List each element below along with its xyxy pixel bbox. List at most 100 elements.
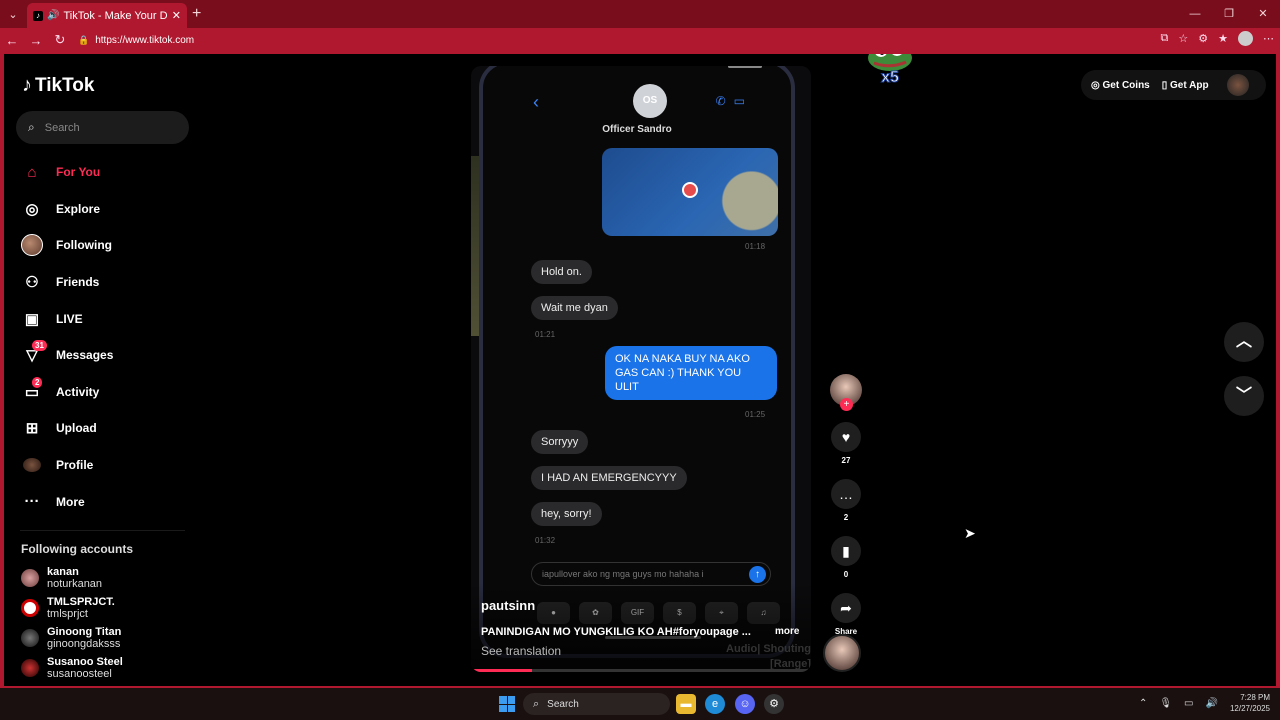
contact-avatar: OS (633, 84, 667, 118)
chevron-left-icon: ‹ (533, 92, 539, 112)
caption-more-button[interactable]: more (775, 626, 799, 637)
sidebar-divider (20, 530, 185, 531)
following-account[interactable]: TMLSPRJCT. tmlsprjct (21, 593, 191, 623)
share-button[interactable]: ➦ (831, 593, 861, 623)
get-coins-button[interactable]: ◎ Get Coins (1091, 80, 1150, 91)
next-video-button[interactable]: ﹀ (1224, 376, 1264, 416)
chevron-up-icon[interactable]: ⌃ (1139, 698, 1147, 709)
following-account[interactable]: Ginoong Titan ginoongdaksss (21, 623, 191, 653)
profile-avatar-icon (18, 455, 46, 475)
video-player[interactable]: ‹ OS Officer Sandro ✆▭ 01:18 Hold on. Wa… (471, 66, 811, 672)
sidebar-item-explore[interactable]: ◎ Explore (18, 191, 188, 228)
following-account[interactable]: kanan noturkanan (21, 563, 191, 593)
sidebar-item-more[interactable]: ··· More (18, 483, 188, 520)
bookmark-button[interactable]: ▮ (831, 536, 861, 566)
avatar (21, 659, 39, 677)
avatar (21, 234, 43, 257)
avatar (21, 569, 39, 587)
extension-icon[interactable]: ⚙ (1198, 32, 1208, 45)
tiktok-note-icon: ♪ (22, 74, 32, 96)
timestamp: 01:18 (745, 242, 766, 251)
taskbar-search[interactable]: ⌕ Search (523, 693, 670, 715)
browser-menu-icon[interactable]: ⋯ (1263, 32, 1274, 45)
sidebar-item-label: Profile (56, 458, 94, 473)
split-screen-icon[interactable]: ⧉ (1161, 32, 1169, 45)
microphone-icon[interactable]: 🎙 (1159, 698, 1172, 709)
account-username: noturkanan (47, 578, 103, 590)
network-icon[interactable]: ▭ (1184, 698, 1193, 709)
browser-tab[interactable]: ♪ 🔊 TikTok - Make Your Day ✕ (27, 3, 187, 28)
new-tab-button[interactable]: + (192, 5, 201, 23)
favorites-icon[interactable]: ★ (1218, 32, 1228, 45)
sidebar-item-activity[interactable]: ▭ 2 Activity (18, 374, 188, 411)
restore-button[interactable]: ❐ (1212, 0, 1246, 28)
windows-start-icon[interactable] (499, 696, 515, 712)
minimize-button[interactable]: — (1178, 0, 1212, 28)
close-window-button[interactable]: ✕ (1246, 0, 1280, 28)
sidebar-item-live[interactable]: ▣ LIVE (18, 300, 188, 337)
get-app-button[interactable]: ▯ Get App (1162, 80, 1209, 91)
video-author[interactable]: pautsinn (481, 598, 535, 613)
sidebar-item-upload[interactable]: ⊞ Upload (18, 410, 188, 447)
search-icon: ⌕ (28, 120, 35, 134)
address-bar[interactable]: 🔒 https://www.tiktok.com (78, 30, 1258, 50)
previous-video-button[interactable]: ︿ (1224, 322, 1264, 362)
following-avatar-icon (18, 234, 46, 257)
following-accounts-list: kanan noturkanan TMLSPRJCT. tmlsprjct Gino… (21, 563, 191, 683)
tiktok-logo[interactable]: ♪ TikTok (22, 74, 94, 97)
bookmark-icon: ▮ (842, 543, 850, 559)
creator-avatar[interactable]: + (830, 374, 862, 411)
system-tray: ⌃ 🎙 ▭ 🔊 7:28 PM 12/27/2025 (1139, 692, 1270, 714)
video-progress-bar[interactable] (471, 669, 811, 672)
close-tab-icon[interactable]: ✕ (172, 9, 181, 22)
favorite-star-icon[interactable]: ☆ (1178, 32, 1188, 45)
forward-icon[interactable]: → (24, 33, 48, 48)
sidebar-item-messages[interactable]: ▽ 31 Messages (18, 337, 188, 374)
follow-plus-icon[interactable]: + (840, 398, 853, 411)
speaker-icon[interactable]: 🔊 (47, 10, 59, 21)
refresh-icon[interactable]: ↻ (48, 32, 72, 48)
app-icon[interactable]: ⚙ (764, 694, 784, 714)
comment-icon: … (839, 486, 853, 502)
back-icon[interactable]: ← (0, 33, 24, 48)
search-input[interactable]: ⌕ Search (16, 111, 189, 144)
volume-icon[interactable]: 🔊 (1206, 698, 1218, 709)
user-avatar[interactable] (1226, 74, 1249, 96)
live-icon: ▣ (24, 310, 40, 328)
discord-icon[interactable]: ☺ (735, 694, 755, 714)
avatar (23, 458, 41, 473)
messages-badge: 31 (32, 339, 47, 351)
chevron-down-icon: ﹀ (1235, 387, 1252, 404)
sidebar-item-label: Following (56, 238, 112, 253)
get-coins-label: Get Coins (1102, 79, 1150, 91)
send-arrow-icon: ↑ (749, 566, 766, 583)
edge-browser-icon[interactable]: e (705, 694, 725, 714)
sidebar-nav: ⌂ For You ◎ Explore Following ⚇ Friends … (18, 154, 188, 520)
sidebar-item-profile[interactable]: Profile (18, 447, 188, 484)
search-placeholder: Search (44, 121, 80, 134)
comment-button[interactable]: … (831, 479, 861, 509)
share-arrow-icon: ➦ (840, 600, 852, 616)
sidebar-item-friends[interactable]: ⚇ Friends (18, 264, 188, 301)
browser-toolbar: ⧉ ☆ ⚙ ★ ⋯ (1161, 31, 1274, 46)
like-button[interactable]: ♥ (831, 422, 861, 452)
browser-profile-avatar[interactable] (1238, 31, 1253, 46)
music-disc-avatar[interactable] (823, 634, 861, 672)
file-explorer-icon[interactable]: ▬ (676, 694, 696, 714)
tab-actions-icon[interactable]: ⌄ (0, 0, 26, 28)
coin-icon: ◎ (1091, 79, 1103, 91)
more-icon: ··· (24, 493, 40, 511)
sidebar-item-following[interactable]: Following (18, 227, 188, 264)
sidebar-item-for-you[interactable]: ⌂ For You (18, 154, 188, 191)
timestamp: 01:25 (745, 410, 766, 419)
activity-badge: 2 (32, 376, 43, 388)
lock-icon[interactable]: 🔒 (78, 35, 89, 46)
following-account[interactable]: Susanoo Steel susanoosteel (21, 653, 191, 683)
avatar (21, 629, 39, 647)
clock[interactable]: 7:28 PM 12/27/2025 (1230, 692, 1270, 714)
account-username: ginoongdaksss (47, 638, 121, 650)
map-pin-icon (682, 182, 698, 198)
chevron-up-icon: ︿ (1235, 333, 1252, 350)
see-translation-link[interactable]: See translation (481, 644, 561, 658)
mouse-cursor-icon: ➤ (964, 525, 976, 541)
